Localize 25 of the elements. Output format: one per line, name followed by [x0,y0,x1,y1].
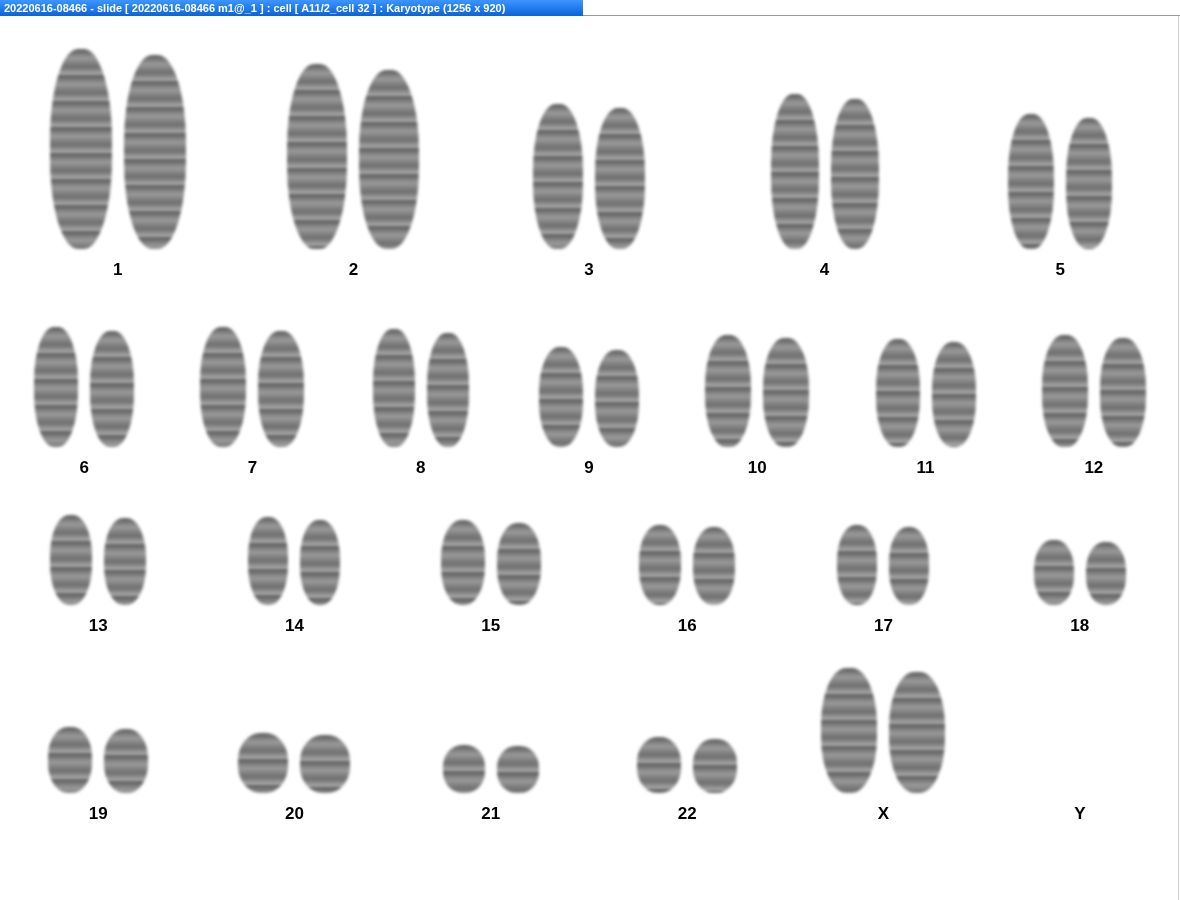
chromosome-label: X [877,805,890,822]
chromosome-label: 2 [348,261,359,278]
chromosome-label: 21 [481,805,501,822]
chromosome-label: 11 [916,459,935,476]
chromosome-label: Y [1074,805,1086,822]
chromosome-label: 4 [819,261,830,278]
chromosome-label: 16 [677,617,697,634]
chromosome-label: 7 [247,459,258,476]
chromosome-label: 8 [415,459,426,476]
chromosome-label: 18 [1070,617,1090,634]
chromosome-label: 10 [747,459,767,476]
chromosome-label: 5 [1055,261,1065,278]
chromosome-label: 3 [584,261,594,278]
chromosome-label: 6 [79,459,89,476]
window-title: 20220616-08466 - slide [ 20220616-08466 m1@_1 ] : cell [ A11/2_cell 32 ] : Karyotype (1256 x 920) [0,0,583,16]
chromosome-label: 1 [113,261,123,278]
chromosome-label: 9 [584,459,594,476]
chromosome-label: 17 [874,617,893,634]
chromosome-label: 19 [88,805,108,822]
chromosome-label: 12 [1084,459,1104,476]
chromosome-label: 22 [677,805,697,822]
chromosome-label: 20 [285,805,304,822]
chromosome-label: 15 [481,617,501,634]
chromosome-label: 13 [88,617,108,634]
chromosome-label: 14 [285,617,304,634]
